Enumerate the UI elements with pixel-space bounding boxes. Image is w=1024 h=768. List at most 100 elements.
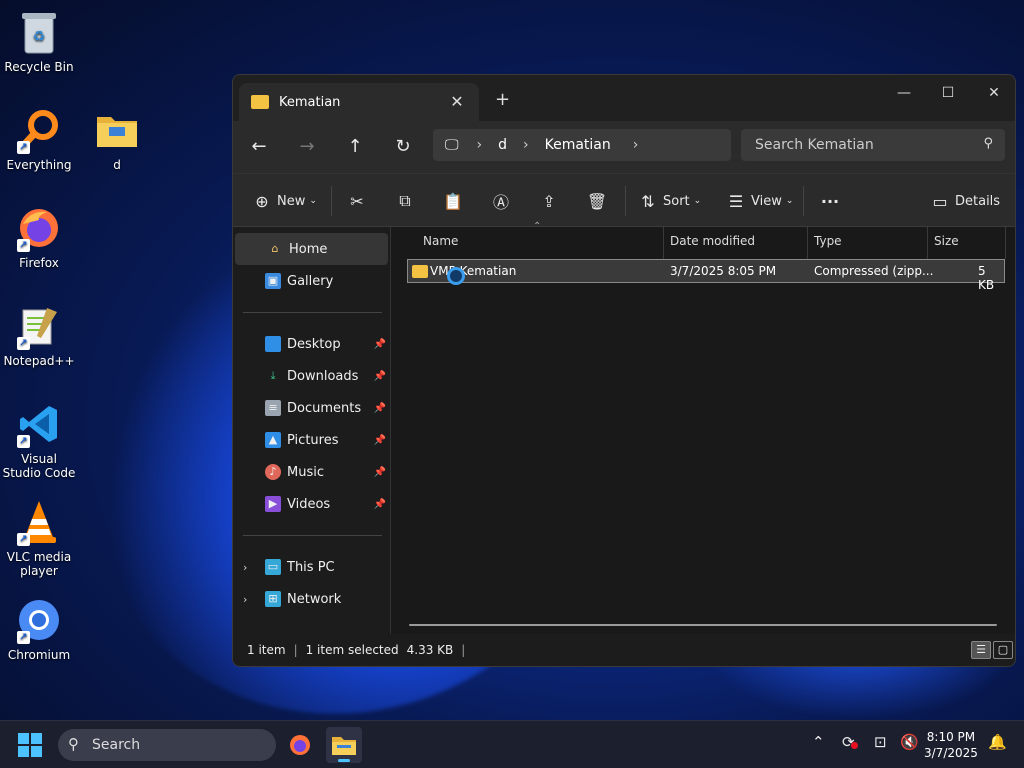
sidebar-item-pictures[interactable]: ▲ Pictures 📌 [233, 424, 390, 456]
desktop-icon-label: Chromium [7, 648, 71, 662]
sort-button-label: Sort [663, 193, 690, 209]
details-view-icon[interactable]: ☰ [971, 641, 991, 659]
sidebar-item-desktop[interactable]: Desktop 📌 [233, 328, 390, 360]
tab-title: Kematian [279, 94, 341, 110]
taskbar-file-explorer-icon[interactable] [326, 727, 362, 763]
column-header-date[interactable]: Date modified [662, 227, 808, 259]
more-options-button[interactable]: ··· [819, 188, 841, 214]
expand-chevron-icon[interactable]: › [243, 593, 247, 606]
search-placeholder: Search Kematian [755, 137, 874, 153]
tiles-view-icon[interactable]: ▢ [993, 641, 1013, 659]
breadcrumb-chevron-icon[interactable]: › [477, 137, 483, 153]
minimize-icon[interactable]: — [881, 79, 927, 107]
new-tab-icon[interactable]: + [495, 89, 510, 110]
windows-start-icon[interactable] [18, 733, 42, 757]
notification-bell-icon[interactable]: 🔔 [988, 733, 1007, 751]
maximize-icon[interactable]: ☐ [925, 79, 971, 107]
new-button[interactable]: ⊕ New ⌄ [251, 188, 317, 214]
clipboard-icon: 📋 [443, 191, 463, 211]
shortcut-arrow-icon: ↗ [17, 533, 30, 546]
desktop-icon-everything[interactable]: ↗ Everything [1, 106, 77, 172]
breadcrumb-chevron-icon[interactable]: › [523, 137, 529, 153]
desktop-icon-vscode[interactable]: ↗ Visual Studio Code [1, 400, 77, 480]
sidebar-item-label: This PC [287, 559, 335, 575]
folder-icon [251, 95, 269, 109]
sidebar-item-label: Music [287, 464, 324, 480]
share-button[interactable]: ⇪ [538, 188, 560, 214]
everything-icon: ↗ [15, 106, 63, 154]
sidebar-item-music[interactable]: ♪ Music 📌 [233, 456, 390, 488]
copy-button[interactable]: ⧉ [394, 188, 416, 214]
paste-button[interactable]: 📋 [442, 188, 464, 214]
address-bar[interactable]: 🖵 › d › Kematian › [433, 129, 731, 161]
details-button-label: Details [955, 193, 1001, 209]
sidebar-item-home[interactable]: ⌂ Home [235, 233, 388, 265]
column-header-name[interactable]: Name [415, 227, 664, 259]
music-note-icon: ♪ [265, 464, 281, 480]
status-divider: | [293, 643, 298, 657]
close-tab-icon[interactable]: ✕ [447, 92, 467, 111]
sidebar-item-documents[interactable]: ≡ Documents 📌 [233, 392, 390, 424]
show-hidden-icons-chevron-icon[interactable]: ⌃ [812, 733, 825, 751]
network-display-icon[interactable]: ⊡ [874, 733, 887, 751]
up-arrow-icon[interactable]: ↑ [331, 129, 379, 165]
new-button-label: New [277, 193, 306, 209]
desktop-icon-label: Recycle Bin [4, 60, 74, 74]
close-window-icon[interactable]: ✕ [971, 79, 1015, 107]
horizontal-scrollbar[interactable] [409, 624, 997, 626]
this-pc-monitor-icon: 🖵 [445, 137, 459, 153]
desktop-icon-vlc[interactable]: ↗ VLC media player [1, 498, 77, 578]
column-header-type[interactable]: Type [806, 227, 928, 259]
file-name: VMP Kematian [430, 264, 517, 278]
breadcrumb-segment-d[interactable]: d [498, 137, 507, 153]
trash-icon: 🗑 [586, 191, 608, 211]
sync-update-icon[interactable]: ⟳ [842, 733, 858, 751]
rename-icon: Ⓐ [492, 193, 509, 212]
svg-text:♻: ♻ [33, 29, 46, 45]
document-icon: ≡ [265, 400, 281, 416]
search-icon: ⚲ [983, 136, 993, 151]
mouse-cursor-busy-icon [447, 267, 465, 285]
breadcrumb-segment-kematian[interactable]: Kematian [545, 137, 611, 153]
vscode-icon: ↗ [15, 400, 63, 448]
sidebar-item-label: Home [289, 241, 328, 257]
desktop-icon-firefox[interactable]: ↗ Firefox [1, 204, 77, 270]
sidebar-item-this-pc[interactable]: › ▭ This PC [233, 551, 390, 583]
shortcut-arrow-icon: ↗ [17, 337, 30, 350]
shortcut-arrow-icon: ↗ [17, 435, 30, 448]
search-input[interactable]: Search Kematian ⚲ [741, 129, 1005, 161]
desktop-icon-label: VLC media player [6, 550, 72, 578]
rename-button[interactable]: Ⓐ [490, 188, 512, 214]
desktop-icon-notepadpp[interactable]: ↗ Notepad++ [1, 302, 77, 368]
desktop-icon [265, 336, 281, 352]
breadcrumb-chevron-icon[interactable]: › [633, 137, 639, 153]
taskbar-firefox-icon[interactable] [282, 727, 318, 763]
explorer-body: ⌂ Home ▣ Gallery Desktop 📌 ⤓ Downloads 📌… [233, 221, 1015, 634]
tab-kematian[interactable]: Kematian ✕ [239, 83, 479, 121]
forward-arrow-icon[interactable]: → [283, 129, 331, 165]
sidebar-item-videos[interactable]: ▶ Videos 📌 [233, 488, 390, 520]
table-row[interactable]: VMP Kematian 3/7/2025 8:05 PM Compressed… [407, 259, 1005, 292]
desktop-icon-d-folder[interactable]: d [79, 106, 155, 172]
view-lines-icon: ☰ [728, 191, 744, 211]
refresh-icon[interactable]: ↻ [379, 129, 427, 165]
sidebar-item-downloads[interactable]: ⤓ Downloads 📌 [233, 360, 390, 392]
sort-button[interactable]: ⇅ Sort ⌄ [637, 188, 701, 214]
pin-icon: 📌 [373, 498, 386, 510]
desktop-icon-recycle-bin[interactable]: ♻ Recycle Bin [1, 8, 77, 74]
desktop-icon-chromium[interactable]: ↗ Chromium [1, 596, 77, 662]
taskbar-search[interactable]: ⚲ Search [58, 729, 276, 761]
pin-icon: 📌 [373, 338, 386, 350]
volume-muted-icon[interactable]: 🔇 [900, 733, 919, 751]
expand-chevron-icon[interactable]: › [243, 561, 247, 574]
system-clock[interactable]: 8:10 PM 3/7/2025 [924, 729, 978, 761]
sidebar-item-gallery[interactable]: ▣ Gallery [233, 265, 390, 297]
column-header-size[interactable]: Size [926, 227, 1006, 259]
back-arrow-icon[interactable]: ← [235, 129, 283, 165]
chromium-icon: ↗ [15, 596, 63, 644]
sidebar-item-network[interactable]: › ⊞ Network [233, 583, 390, 615]
delete-button[interactable]: 🗑 [586, 188, 608, 214]
details-button[interactable]: ▭ Details [929, 188, 1000, 214]
cut-button[interactable]: ✂ [346, 188, 368, 214]
view-button[interactable]: ☰ View ⌄ [725, 188, 794, 214]
